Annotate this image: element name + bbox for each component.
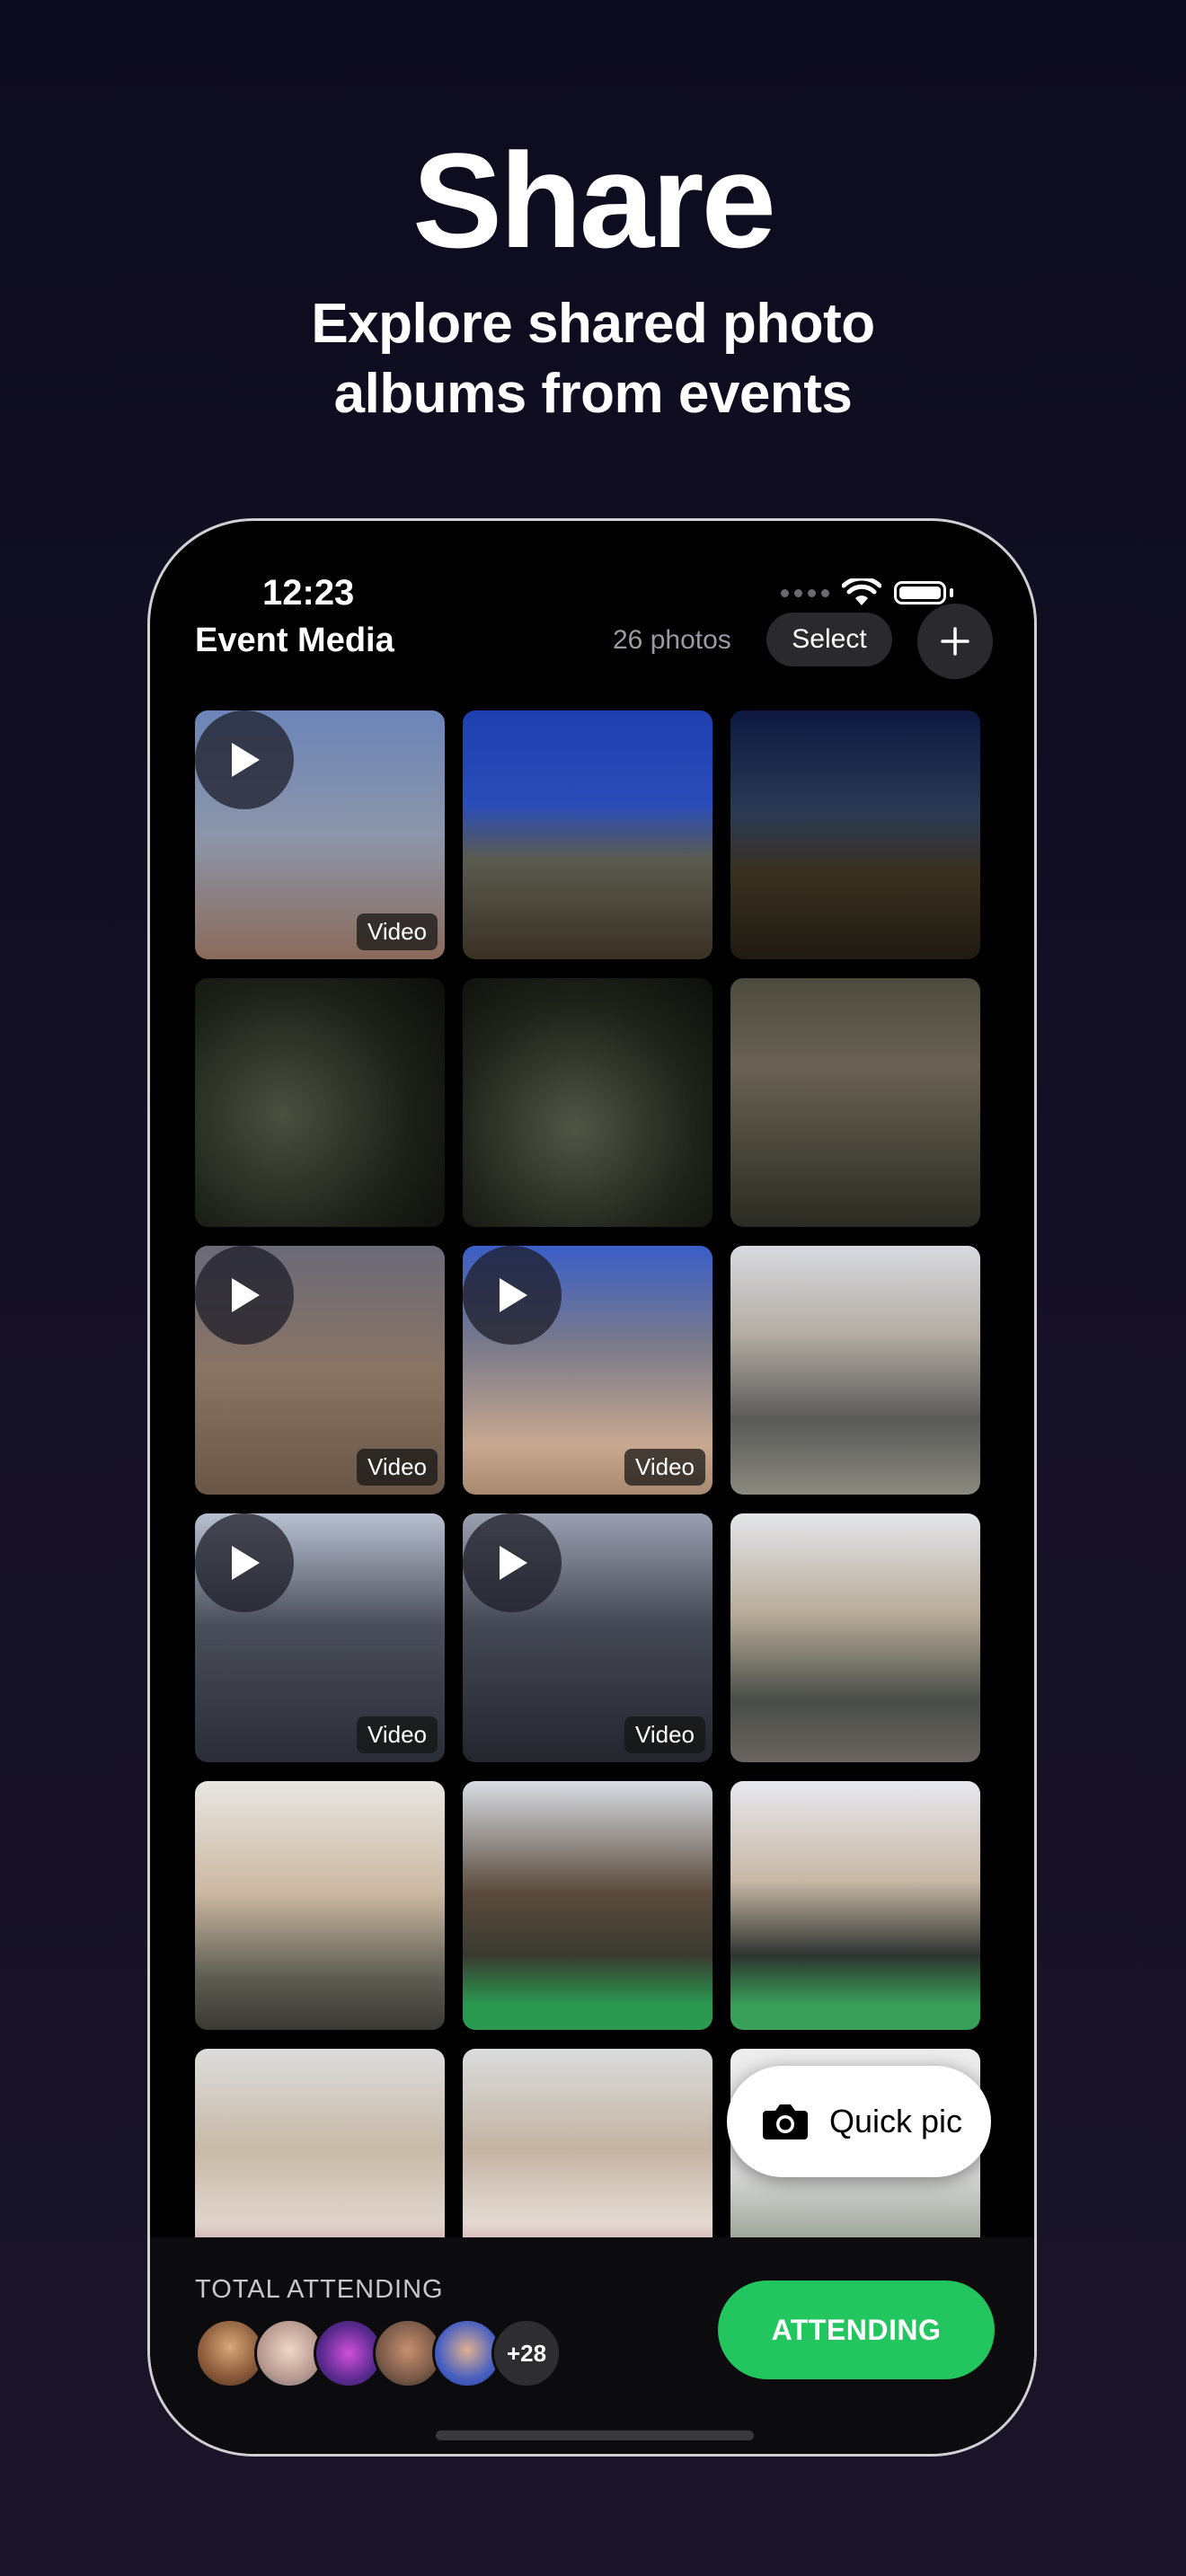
signal-icon (781, 588, 829, 597)
photo-tile[interactable] (730, 1246, 980, 1495)
play-icon[interactable] (195, 1246, 294, 1345)
play-icon[interactable] (463, 1246, 562, 1345)
video-tile[interactable]: Video (195, 1246, 445, 1495)
select-button[interactable]: Select (766, 613, 892, 666)
attendee-avatars[interactable]: +28 (195, 2318, 562, 2388)
quick-pic-label: Quick pic (829, 2103, 963, 2139)
total-attending-label: TOTAL ATTENDING (195, 2275, 444, 2304)
photo-tile[interactable] (463, 1781, 712, 2030)
play-icon[interactable] (463, 1513, 562, 1612)
photo-tile[interactable] (730, 1781, 980, 2030)
play-icon[interactable] (195, 1513, 294, 1612)
plus-icon (941, 627, 969, 656)
video-tile[interactable]: Video (463, 1513, 712, 1762)
quick-pic-button[interactable]: Quick pic (727, 2066, 991, 2177)
attending-button[interactable]: ATTENDING (718, 2280, 995, 2379)
battery-cap (950, 588, 953, 597)
hero-subtitle-line-2: albums from events (333, 363, 853, 425)
photo-tile[interactable] (730, 710, 980, 959)
photo-tile[interactable] (195, 2049, 445, 2257)
attendance-footer: TOTAL ATTENDING +28 ATTENDING (150, 2237, 1034, 2454)
hero-subtitle-line-1: Explore shared photo (311, 293, 875, 355)
media-grid: Video Video Video Video Video (195, 710, 986, 2257)
phone-frame: 12:23 Event Media 26 photos Select Video… (147, 518, 1037, 2457)
home-indicator (436, 2430, 754, 2440)
status-icons (781, 578, 953, 607)
video-badge: Video (624, 1449, 705, 1486)
photo-tile[interactable] (463, 2049, 712, 2257)
photo-tile[interactable] (730, 1513, 980, 1762)
status-time: 12:23 (262, 573, 355, 613)
more-attendees-count[interactable]: +28 (491, 2318, 562, 2388)
photo-tile[interactable] (730, 978, 980, 1227)
video-tile[interactable]: Video (463, 1246, 712, 1495)
video-badge: Video (624, 1716, 705, 1753)
battery-icon (894, 581, 946, 604)
video-badge: Video (356, 1716, 438, 1753)
add-media-button[interactable] (917, 604, 993, 679)
video-badge: Video (356, 913, 438, 950)
photo-tile[interactable] (195, 978, 445, 1227)
camera-icon (763, 2104, 808, 2139)
photo-count: 26 photos (613, 625, 731, 655)
wifi-icon (842, 578, 881, 605)
video-badge: Video (356, 1449, 438, 1486)
hero-title: Share (412, 125, 776, 276)
photo-tile[interactable] (195, 1781, 445, 2030)
play-icon[interactable] (195, 710, 294, 809)
page-title: Event Media (195, 622, 394, 659)
hero-subtitle: Explore shared photo albums from events (0, 289, 1186, 429)
photo-tile[interactable] (463, 710, 712, 959)
photo-tile[interactable] (463, 978, 712, 1227)
video-tile[interactable]: Video (195, 1513, 445, 1762)
video-tile[interactable]: Video (195, 710, 445, 959)
